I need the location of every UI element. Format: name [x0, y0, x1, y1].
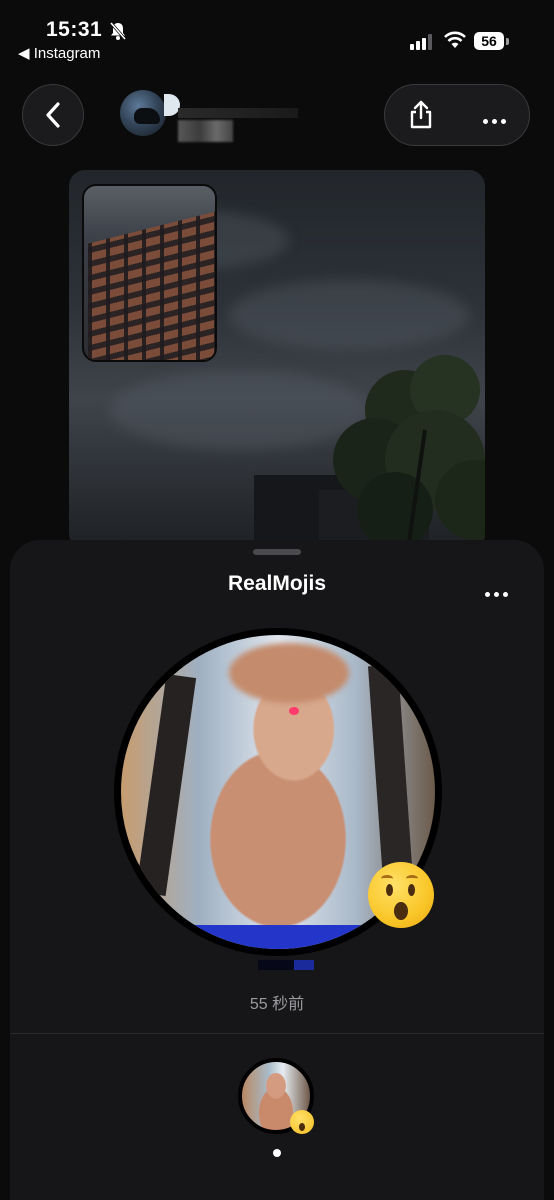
battery-icon: 56	[474, 32, 504, 50]
avatar[interactable]	[120, 90, 166, 136]
top-nav	[0, 80, 554, 150]
sheet-title: RealMojis	[227, 572, 327, 595]
realmoji-author-redacted	[258, 960, 314, 970]
ellipsis-icon	[483, 119, 488, 124]
chevron-left-icon	[46, 102, 60, 128]
realmoji-time-ago: 55 秒前	[249, 996, 305, 1013]
ellipsis-icon	[485, 592, 490, 597]
share-icon[interactable]	[407, 100, 435, 130]
tree	[333, 355, 485, 550]
surprised-emoji-icon	[368, 862, 434, 928]
bell-slash-icon	[109, 22, 127, 40]
more-options-button[interactable]	[483, 111, 513, 124]
username-redacted	[178, 108, 298, 118]
back-button[interactable]	[22, 84, 84, 146]
action-pill	[384, 84, 530, 146]
battery-nub	[506, 38, 509, 45]
page-indicator-dot	[273, 1149, 281, 1157]
status-bar: 15:31 ◀ Instagram 56	[0, 0, 554, 70]
divider	[10, 1033, 544, 1034]
realmojis-sheet: RealMojis 55 秒前	[10, 540, 544, 1200]
wifi-icon	[444, 31, 466, 48]
building	[88, 208, 215, 360]
front-camera-inset[interactable]	[82, 184, 217, 362]
back-to-app-link[interactable]: ◀ Instagram	[18, 44, 100, 62]
sheet-grabber[interactable]	[253, 549, 301, 555]
signal-icon	[410, 34, 432, 50]
heart-nose	[289, 707, 299, 715]
sheet-more-button[interactable]	[485, 584, 515, 597]
post-author[interactable]	[120, 90, 300, 142]
status-time: 15:31	[46, 18, 103, 41]
surprised-emoji-icon	[290, 1110, 314, 1134]
post-time-redacted	[178, 120, 233, 142]
